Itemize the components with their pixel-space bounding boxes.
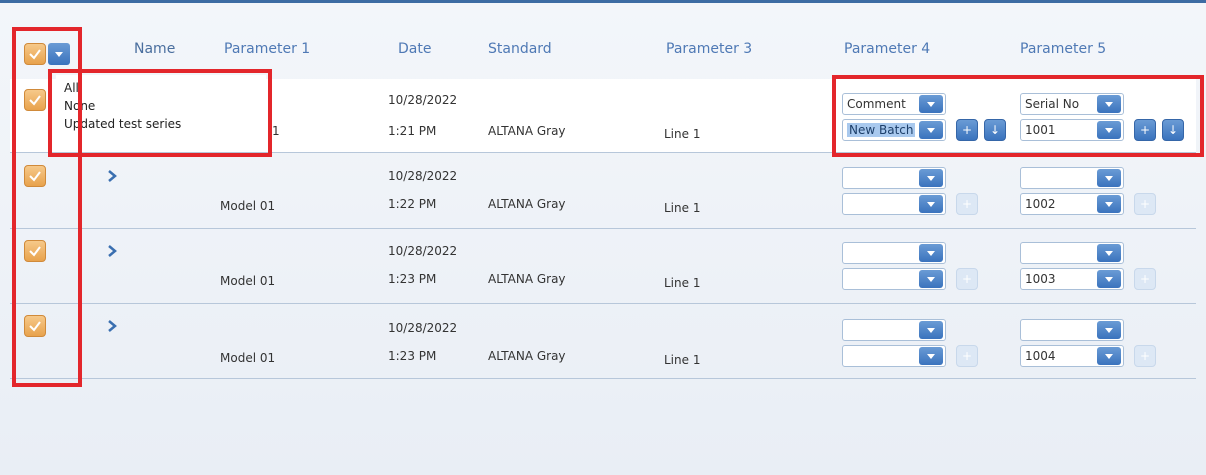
parameter5-key-select[interactable]: [1020, 242, 1124, 264]
time-cell: 1:23 PM: [388, 272, 437, 286]
expand-row-chevron-icon[interactable]: [106, 169, 118, 183]
standard-cell: ALTANA Gray: [488, 349, 566, 363]
time-cell: 1:22 PM: [388, 197, 437, 211]
parameter4-value-select[interactable]: [842, 193, 946, 215]
chevron-down-icon[interactable]: [1097, 169, 1121, 187]
add-parameter5-button[interactable]: +: [1134, 193, 1156, 215]
chevron-down-icon[interactable]: [919, 321, 943, 339]
add-parameter5-button[interactable]: +: [1134, 345, 1156, 367]
standard-cell: ALTANA Gray: [488, 124, 566, 138]
chevron-down-icon[interactable]: [919, 270, 943, 288]
chevron-down-icon[interactable]: [919, 347, 943, 365]
time-cell: 1:21 PM: [388, 124, 437, 138]
parameter1-cell: Model 01: [220, 274, 276, 288]
chevron-down-icon[interactable]: [1097, 270, 1121, 288]
parameter1-cell: Model 01: [220, 351, 276, 365]
parameter5-key-select[interactable]: [1020, 319, 1124, 341]
chevron-down-icon[interactable]: [1097, 195, 1121, 213]
standard-cell: ALTANA Gray: [488, 272, 566, 286]
parameter5-value-select[interactable]: 1003: [1020, 268, 1124, 290]
column-header-date[interactable]: Date: [398, 41, 431, 57]
table-row[interactable]: Model 01 10/28/2022 1:23 PM ALTANA Gray …: [10, 305, 1196, 379]
chevron-down-icon[interactable]: [1097, 321, 1121, 339]
column-header-standard[interactable]: Standard: [488, 41, 552, 57]
expand-row-chevron-icon[interactable]: [106, 319, 118, 333]
parameter5-value: 1004: [1025, 349, 1056, 363]
chevron-down-icon[interactable]: [919, 195, 943, 213]
parameter5-value-select[interactable]: 1004: [1020, 345, 1124, 367]
date-cell: 10/28/2022: [388, 244, 458, 258]
expand-row-chevron-icon[interactable]: [106, 244, 118, 258]
add-parameter4-button[interactable]: +: [956, 193, 978, 215]
column-header-parameter5[interactable]: Parameter 5: [1020, 41, 1106, 57]
parameter4-key-select[interactable]: [842, 319, 946, 341]
chevron-down-icon[interactable]: [1097, 347, 1121, 365]
column-header-parameter1[interactable]: Parameter 1: [224, 41, 310, 57]
parameter4-key-select[interactable]: [842, 242, 946, 264]
add-parameter4-button[interactable]: +: [956, 345, 978, 367]
parameter5-value: 1002: [1025, 197, 1056, 211]
annotation-box-select-menu: [48, 69, 272, 157]
parameter5-value-select[interactable]: 1002: [1020, 193, 1124, 215]
parameter3-cell: Line 1: [664, 201, 701, 215]
chevron-down-icon[interactable]: [919, 169, 943, 187]
parameter5-value: 1003: [1025, 272, 1056, 286]
chevron-down-icon[interactable]: [1097, 244, 1121, 262]
column-header-name[interactable]: Name: [134, 41, 175, 57]
time-cell: 1:23 PM: [388, 349, 437, 363]
grid-panel: Name Parameter 1 Date Standard Parameter…: [0, 0, 1206, 475]
annotation-box-parameters: [832, 75, 1204, 157]
chevron-down-icon[interactable]: [919, 244, 943, 262]
parameter4-value-select[interactable]: [842, 268, 946, 290]
parameter1-cell: 1: [272, 124, 280, 138]
add-parameter5-button[interactable]: +: [1134, 268, 1156, 290]
date-cell: 10/28/2022: [388, 169, 458, 183]
column-header-parameter4[interactable]: Parameter 4: [844, 41, 930, 57]
parameter3-cell: Line 1: [664, 127, 701, 141]
table-row[interactable]: Model 01 10/28/2022 1:23 PM ALTANA Gray …: [10, 230, 1196, 304]
column-header-parameter3[interactable]: Parameter 3: [666, 41, 752, 57]
date-cell: 10/28/2022: [388, 93, 458, 107]
parameter4-value-select[interactable]: [842, 345, 946, 367]
date-cell: 10/28/2022: [388, 321, 458, 335]
parameter3-cell: Line 1: [664, 276, 701, 290]
parameter1-cell: Model 01: [220, 199, 276, 213]
standard-cell: ALTANA Gray: [488, 197, 566, 211]
parameter3-cell: Line 1: [664, 353, 701, 367]
table-row[interactable]: Model 01 10/28/2022 1:22 PM ALTANA Gray …: [10, 155, 1196, 229]
add-parameter4-button[interactable]: +: [956, 268, 978, 290]
parameter5-key-select[interactable]: [1020, 167, 1124, 189]
parameter4-key-select[interactable]: [842, 167, 946, 189]
